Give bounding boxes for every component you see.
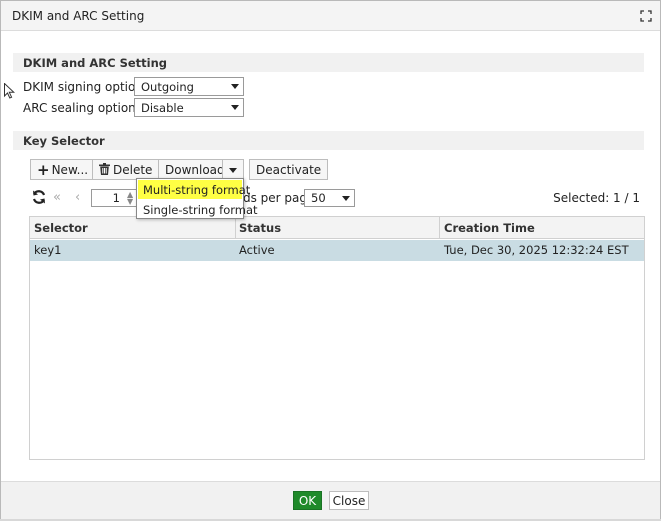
dialog-title: DKIM and ARC Setting	[12, 9, 145, 23]
key-selector-section-header: Key Selector	[13, 131, 644, 150]
cell-status: Active	[239, 243, 275, 257]
new-button[interactable]: + New...	[30, 159, 96, 180]
plus-icon: +	[37, 161, 50, 179]
table-header: Selector Status Creation Time	[30, 217, 644, 239]
dkim-signing-select[interactable]: Outgoing	[134, 77, 244, 96]
ok-button[interactable]: OK	[293, 491, 322, 510]
arc-sealing-select[interactable]: Disable	[134, 98, 244, 117]
download-format-menu: Multi-string format Single-string format	[136, 178, 258, 219]
settings-section-header: DKIM and ARC Setting	[13, 53, 644, 72]
trash-icon	[99, 163, 110, 175]
download-button-label: Download	[165, 163, 225, 177]
chevron-down-icon	[229, 168, 237, 173]
previous-page-icon[interactable]: ‹	[75, 190, 80, 205]
dialog-title-bar: DKIM and ARC Setting	[1, 1, 660, 31]
chevron-down-icon	[231, 105, 239, 110]
table-row[interactable]: key1 Active Tue, Dec 30, 2025 12:32:24 E…	[30, 240, 644, 261]
delete-button-label: Delete	[113, 163, 153, 177]
chevron-down-icon	[231, 84, 239, 89]
chevron-down-icon	[342, 196, 350, 201]
records-per-page-value: 50	[311, 191, 326, 205]
download-button[interactable]: Download	[158, 159, 225, 180]
cell-selector: key1	[34, 243, 62, 257]
key-selector-table: Selector Status Creation Time key1 Activ…	[29, 216, 645, 460]
new-button-label: New...	[51, 163, 89, 177]
page-stepper-icon[interactable]: ▲ ▼	[127, 191, 133, 206]
records-per-page-select[interactable]: 50	[304, 189, 355, 207]
delete-button[interactable]: Delete	[92, 159, 160, 180]
deactivate-button-label: Deactivate	[256, 163, 322, 177]
dkim-signing-value: Outgoing	[141, 80, 194, 94]
dkim-arc-dialog: DKIM and ARC Setting DKIM and ARC Settin…	[0, 0, 661, 519]
column-header-creation-time[interactable]: Creation Time	[440, 217, 644, 239]
maximize-icon[interactable]	[640, 10, 652, 22]
selected-count: Selected: 1 / 1	[553, 191, 640, 205]
arc-sealing-value: Disable	[141, 101, 184, 115]
menu-item-single-string[interactable]: Single-string format	[138, 200, 258, 219]
close-button[interactable]: Close	[329, 491, 369, 510]
dkim-signing-label: DKIM signing option	[23, 80, 143, 94]
first-page-icon[interactable]: «	[53, 190, 61, 205]
column-header-status[interactable]: Status	[235, 217, 440, 239]
menu-item-multi-string[interactable]: Multi-string format	[138, 180, 250, 199]
mouse-cursor-icon	[4, 83, 15, 99]
refresh-icon[interactable]	[31, 189, 47, 205]
download-dropdown-toggle[interactable]	[222, 159, 244, 180]
column-header-selector[interactable]: Selector	[30, 217, 236, 239]
arc-sealing-label: ARC sealing option	[23, 101, 136, 115]
deactivate-button[interactable]: Deactivate	[249, 159, 329, 180]
cell-creation-time: Tue, Dec 30, 2025 12:32:24 EST	[444, 243, 629, 257]
